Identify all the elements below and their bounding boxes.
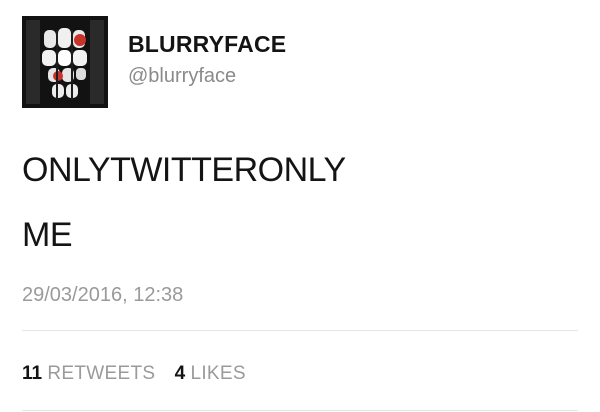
tweet-text-line: ME [22,216,73,254]
skull-hands-icon [22,16,108,108]
tweet-text-line: ONLYTWITTERONLY [22,151,346,189]
divider-bottom [22,410,578,411]
retweets-count: 11 [22,363,43,384]
tweet-card: BLURRYFACE @blurryface ONLYTWITTERONLY M… [0,0,600,412]
display-name[interactable]: BLURRYFACE [128,33,286,56]
engagement-stats: 11 RETWEETS 4 LIKES [22,364,260,383]
retweets-stat[interactable]: 11 RETWEETS [22,364,155,383]
retweets-label: RETWEETS [47,363,156,384]
likes-label: LIKES [190,363,246,384]
likes-count: 4 [174,363,186,384]
user-handle[interactable]: @blurryface [128,66,236,86]
divider [22,330,578,331]
tweet-timestamp[interactable]: 29/03/2016, 12:38 [22,285,183,305]
likes-stat[interactable]: 4 LIKES [175,364,246,383]
avatar[interactable] [22,16,108,108]
